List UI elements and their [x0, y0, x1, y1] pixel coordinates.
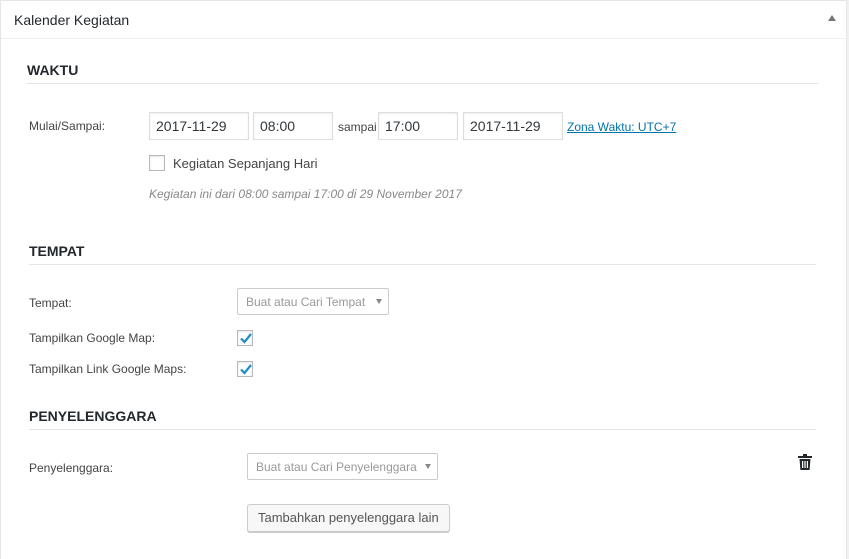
end-time-input[interactable]: 17:00: [378, 112, 458, 140]
organizer-select[interactable]: Buat atau Cari Penyelenggara: [247, 453, 438, 480]
venue-select[interactable]: Buat atau Cari Tempat: [237, 288, 389, 315]
show-map-checkbox[interactable]: [237, 330, 253, 346]
chevron-down-icon: [376, 299, 382, 304]
chevron-down-icon: [425, 464, 431, 469]
start-end-label: Mulai/Sampai:: [29, 119, 106, 133]
event-time-summary: Kegiatan ini dari 08:00 sampai 17:00 di …: [149, 187, 462, 201]
between-text: sampai: [338, 120, 377, 134]
organizer-select-placeholder: Buat atau Cari Penyelenggara: [256, 460, 417, 474]
trash-icon[interactable]: [798, 454, 812, 470]
section-divider: [29, 264, 816, 265]
show-map-link-checkbox[interactable]: [237, 361, 253, 377]
section-divider: [29, 429, 816, 430]
add-organizer-button[interactable]: Tambahkan penyelenggara lain: [247, 504, 450, 532]
venue-label: Tempat:: [29, 296, 72, 310]
all-day-checkbox[interactable]: [149, 155, 165, 171]
show-map-label: Tampilkan Google Map:: [29, 331, 156, 345]
checkmark-icon: [240, 333, 252, 344]
start-date-input[interactable]: 2017-11-29: [149, 112, 249, 140]
event-calendar-metabox: Kalender Kegiatan WAKTU Mulai/Sampai: 20…: [0, 0, 848, 559]
section-divider: [27, 83, 818, 84]
timezone-link[interactable]: Zona Waktu: UTC+7: [567, 120, 676, 134]
end-date-input[interactable]: 2017-11-29: [463, 112, 563, 140]
section-title-tempat: TEMPAT: [29, 243, 85, 259]
show-map-link-label: Tampilkan Link Google Maps:: [29, 362, 187, 376]
section-title-waktu: WAKTU: [27, 62, 79, 78]
metabox-header: Kalender Kegiatan: [1, 1, 848, 39]
venue-select-placeholder: Buat atau Cari Tempat: [246, 295, 366, 309]
section-title-penyelenggara: PENYELENGGARA: [29, 408, 157, 424]
start-time-input[interactable]: 08:00: [253, 112, 333, 140]
collapse-toggle-icon[interactable]: [828, 15, 836, 21]
metabox-title: Kalender Kegiatan: [14, 12, 130, 28]
organizer-label: Penyelenggara:: [29, 461, 114, 475]
all-day-label: Kegiatan Sepanjang Hari: [173, 156, 318, 171]
checkmark-icon: [240, 364, 252, 375]
